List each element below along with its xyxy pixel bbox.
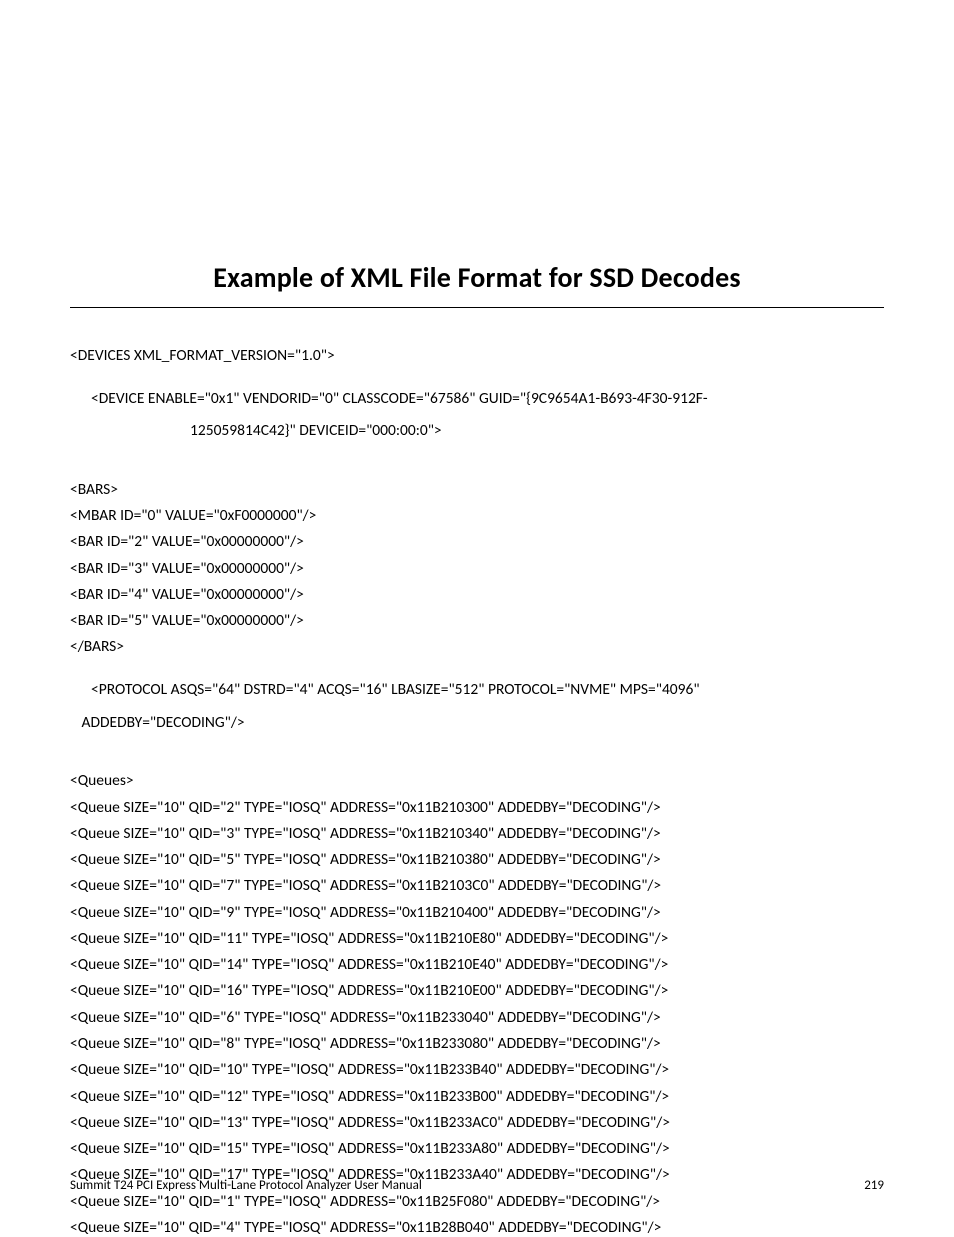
xml-line: <Queue SIZE="10" QID="3" TYPE="IOSQ" ADD…: [70, 826, 884, 842]
xml-line: <Queue SIZE="10" QID="13" TYPE="IOSQ" AD…: [70, 1115, 884, 1131]
xml-line: <Queue SIZE="10" QID="9" TYPE="IOSQ" ADD…: [70, 905, 884, 921]
xml-line: <Queue SIZE="10" QID="8" TYPE="IOSQ" ADD…: [70, 1036, 884, 1052]
xml-line: <Queue SIZE="10" QID="6" TYPE="IOSQ" ADD…: [70, 1010, 884, 1026]
xml-line: <PROTOCOL ASQS="64" DSTRD="4" ACQS="16" …: [70, 666, 884, 764]
page-footer: Summit T24 PCI Express Multi-Lane Protoc…: [70, 1178, 884, 1193]
xml-line: <Queue SIZE="10" QID="11" TYPE="IOSQ" AD…: [70, 931, 884, 947]
xml-line: <Queue SIZE="10" QID="15" TYPE="IOSQ" AD…: [70, 1141, 884, 1157]
xml-line: <Queue SIZE="10" QID="2" TYPE="IOSQ" ADD…: [70, 800, 884, 816]
xml-text: <DEVICE ENABLE="0x1" VENDORID="0" CLASSC…: [91, 389, 708, 408]
xml-line: </BARS>: [70, 639, 884, 655]
xml-text-wrap: 125059814C42}" DEVICEID="000:00:0">: [70, 423, 884, 439]
queues-list: <Queue SIZE="10" QID="2" TYPE="IOSQ" ADD…: [70, 800, 884, 1237]
xml-line: <BARS>: [70, 482, 884, 498]
xml-line: <BAR ID="3" VALUE="0x00000000"/>: [70, 561, 884, 577]
xml-line: <Queues>: [70, 773, 884, 789]
xml-line: <BAR ID="2" VALUE="0x00000000"/>: [70, 534, 884, 550]
xml-line: <Queue SIZE="10" QID="4" TYPE="IOSQ" ADD…: [70, 1220, 884, 1236]
xml-code-block: <DEVICES XML_FORMAT_VERSION="1.0"> <DEVI…: [70, 348, 884, 1236]
xml-line: <BAR ID="4" VALUE="0x00000000"/>: [70, 587, 884, 603]
xml-line: <Queue SIZE="10" QID="7" TYPE="IOSQ" ADD…: [70, 878, 884, 894]
xml-text-wrap: ADDEDBY="DECODING"/>: [70, 715, 884, 731]
xml-line: <MBAR ID="0" VALUE="0xF0000000"/>: [70, 508, 884, 524]
xml-line: <Queue SIZE="10" QID="12" TYPE="IOSQ" AD…: [70, 1089, 884, 1105]
xml-line: <DEVICE ENABLE="0x1" VENDORID="0" CLASSC…: [70, 374, 884, 472]
footer-page-number: 219: [864, 1178, 884, 1193]
xml-line: <DEVICES XML_FORMAT_VERSION="1.0">: [70, 348, 884, 364]
page-title: Example of XML File Format for SSD Decod…: [70, 260, 884, 308]
xml-text: <PROTOCOL ASQS="64" DSTRD="4" ACQS="16" …: [91, 680, 700, 699]
xml-line: <Queue SIZE="10" QID="5" TYPE="IOSQ" ADD…: [70, 852, 884, 868]
xml-line: <BAR ID="5" VALUE="0x00000000"/>: [70, 613, 884, 629]
document-page: Example of XML File Format for SSD Decod…: [0, 0, 954, 1236]
xml-line: <Queue SIZE="10" QID="16" TYPE="IOSQ" AD…: [70, 983, 884, 999]
footer-left: Summit T24 PCI Express Multi-Lane Protoc…: [70, 1178, 422, 1193]
xml-line: <Queue SIZE="10" QID="14" TYPE="IOSQ" AD…: [70, 957, 884, 973]
xml-line: <Queue SIZE="10" QID="1" TYPE="IOSQ" ADD…: [70, 1194, 884, 1210]
xml-line: <Queue SIZE="10" QID="10" TYPE="IOSQ" AD…: [70, 1062, 884, 1078]
